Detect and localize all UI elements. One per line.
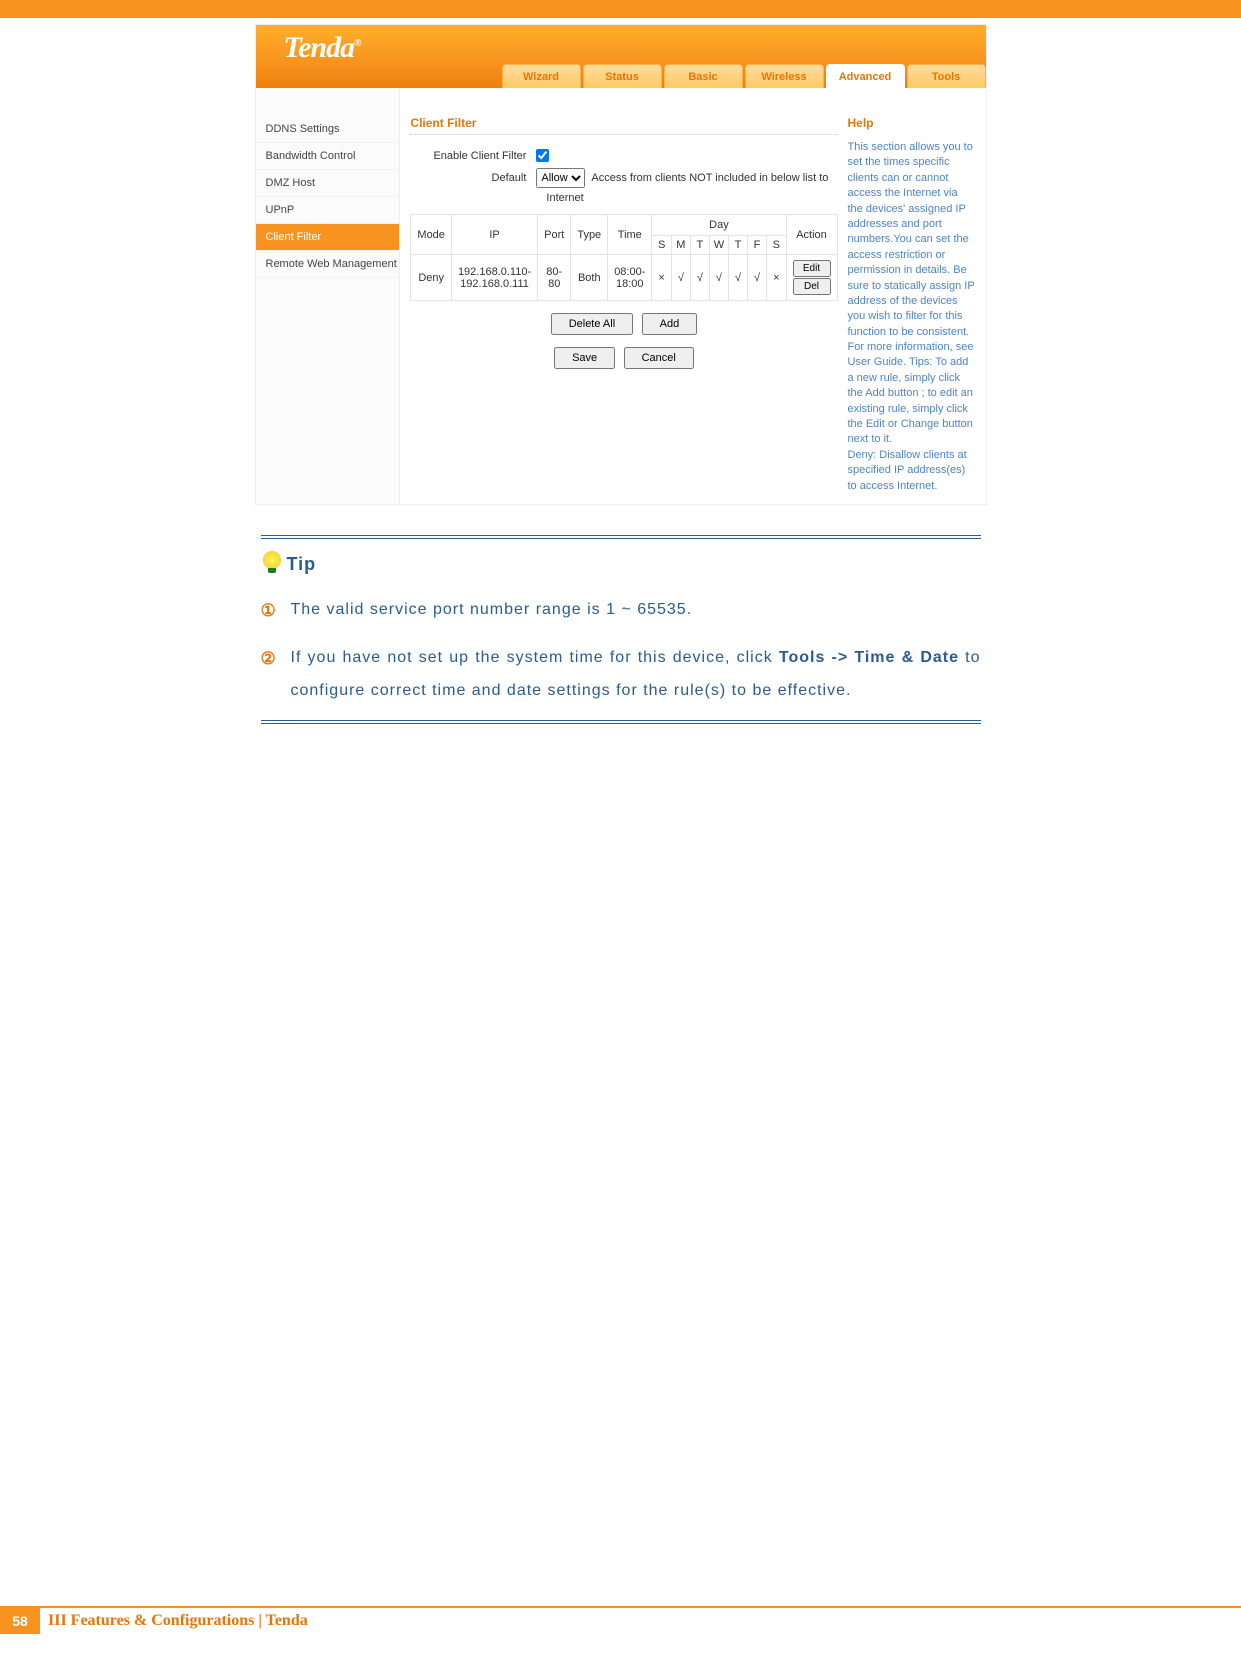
sidebar-item[interactable]: DMZ Host [256,170,400,197]
del-button[interactable]: Del [793,278,831,295]
enable-label: Enable Client Filter [410,150,536,162]
th-time: Time [608,215,652,255]
th-action: Action [786,215,837,255]
cell-mode: Deny [411,255,452,301]
tip-item: ①The valid service port number range is … [261,593,981,629]
th-day-col: T [690,236,709,255]
tab-wireless[interactable]: Wireless [745,64,824,88]
save-button[interactable]: Save [554,347,615,369]
internet-label: Internet [546,192,837,204]
cancel-button[interactable]: Cancel [624,347,694,369]
th-day-col: M [671,236,690,255]
lightbulb-icon [261,549,283,575]
sidebar-item[interactable]: Remote Web Management [256,251,400,278]
cell-day: √ [709,255,728,301]
th-ip: IP [451,215,537,255]
sidebar-item[interactable]: Bandwidth Control [256,143,400,170]
tab-advanced[interactable]: Advanced [826,64,905,88]
tenda-logo: Tenda® [284,31,361,65]
cell-ip: 192.168.0.110-192.168.0.111 [451,255,537,301]
th-day-col: F [748,236,767,255]
cell-day: × [652,255,671,301]
panel-title: Client Filter [410,116,837,135]
default-note: Access from clients NOT included in belo… [591,172,828,184]
th-day-col: T [728,236,747,255]
sidebar-item[interactable]: DDNS Settings [256,116,400,143]
doc-divider [261,535,981,539]
help-text: This section allows you to set the times… [848,140,976,494]
table-row: Deny 192.168.0.110-192.168.0.111 80-80 B… [411,255,837,301]
th-mode: Mode [411,215,452,255]
router-header: Tenda® WizardStatusBasicWirelessAdvanced… [256,25,986,88]
sidebar-item[interactable]: UPnP [256,197,400,224]
help-panel: Help This section allows you to set the … [838,116,976,494]
tab-wizard[interactable]: Wizard [502,64,581,88]
th-type: Type [571,215,608,255]
cell-type: Both [571,255,608,301]
help-title: Help [848,116,976,130]
th-day-col: W [709,236,728,255]
tip-item: ②If you have not set up the system time … [261,641,981,708]
cell-day: × [767,255,786,301]
filter-table: Mode IP Port Type Time Day Action SMTWTF… [410,214,837,301]
tip-heading: Tip [287,554,317,575]
page-number: 58 [0,1608,40,1634]
cell-day: √ [748,255,767,301]
delete-all-button[interactable]: Delete All [551,313,633,335]
cell-port: 80-80 [538,255,571,301]
default-label: Default [410,172,536,184]
th-port: Port [538,215,571,255]
tab-tools[interactable]: Tools [907,64,986,88]
add-button[interactable]: Add [642,313,698,335]
cell-day: √ [671,255,690,301]
router-ui-screenshot: Tenda® WizardStatusBasicWirelessAdvanced… [255,24,987,505]
page-footer: 58 III Features & Configurations | Tenda [0,1606,1241,1634]
cell-time: 08:00-18:00 [608,255,652,301]
main-nav: WizardStatusBasicWirelessAdvancedTools [500,64,986,88]
doc-topbar [0,0,1241,18]
footer-text: III Features & Configurations | Tenda [48,1612,308,1630]
th-day-col: S [652,236,671,255]
th-day-col: S [767,236,786,255]
enable-checkbox[interactable] [536,149,549,162]
tab-basic[interactable]: Basic [664,64,743,88]
tab-status[interactable]: Status [583,64,662,88]
edit-button[interactable]: Edit [793,260,831,277]
default-select[interactable]: Allow [536,168,585,188]
doc-divider [261,720,981,724]
th-day: Day [652,215,786,236]
cell-day: √ [690,255,709,301]
sidebar-item[interactable]: Client Filter [256,224,400,251]
cell-day: √ [728,255,747,301]
sidebar: DDNS SettingsBandwidth ControlDMZ HostUP… [256,88,401,504]
cell-action: Edit Del [786,255,837,301]
tip-block: Tip ①The valid service port number range… [261,549,981,708]
